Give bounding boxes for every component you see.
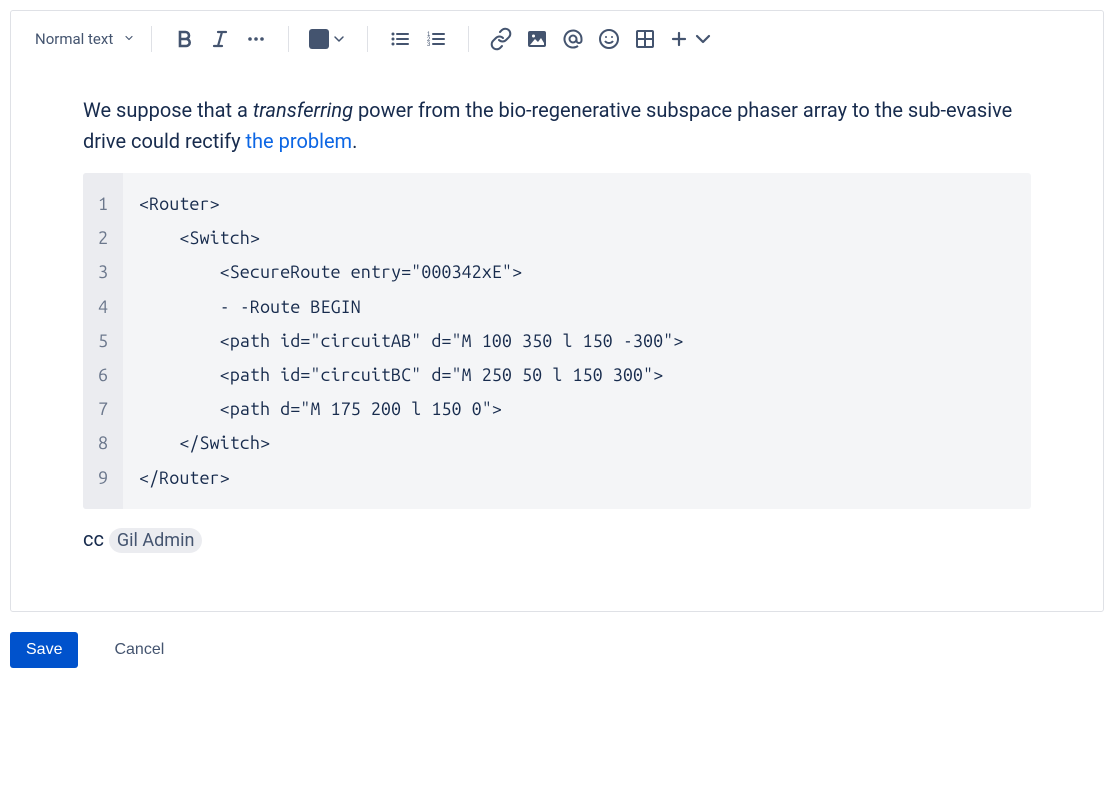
table-button[interactable] [629,23,661,55]
code-line: <path id="circuitBC" d="M 250 50 l 150 3… [139,358,683,392]
line-number: 3 [95,255,111,289]
text-style-dropdown[interactable]: Normal text [27,23,143,55]
editor-actions: Save Cancel [10,612,1106,678]
insert-more-button[interactable] [665,23,717,55]
editor-content[interactable]: We suppose that a transferring power fro… [11,59,1103,611]
line-number: 5 [95,324,111,358]
emoji-button[interactable] [593,23,625,55]
line-number: 4 [95,290,111,324]
code-line: <SecureRoute entry="000342xE"> [139,255,683,289]
code-line: <Router> [139,187,683,221]
link[interactable]: the problem [246,129,353,153]
line-number: 7 [95,392,111,426]
text-style-label: Normal text [35,30,113,48]
line-number: 6 [95,358,111,392]
line-number: 1 [95,187,111,221]
cc-line: cc Gil Admin [83,527,1031,551]
toolbar-separator [151,26,152,52]
toolbar-separator [288,26,289,52]
link-button[interactable] [485,23,517,55]
svg-text:3: 3 [427,42,431,48]
cancel-button[interactable]: Cancel [98,632,180,668]
code-line: </Switch> [139,426,683,460]
line-number: 2 [95,221,111,255]
text-color-button[interactable] [305,23,351,55]
line-number-gutter: 1 2 3 4 5 6 7 8 9 [83,173,123,509]
numbered-list-button[interactable]: 123 [420,23,452,55]
code-line: <path id="circuitAB" d="M 100 350 l 150 … [139,324,683,358]
code-block: 1 2 3 4 5 6 7 8 9 <Router> <Switch> <Sec… [83,173,1031,509]
code-line: </Router> [139,461,683,495]
paragraph: We suppose that a transferring power fro… [83,95,1031,157]
editor-toolbar: Normal text [11,11,1103,59]
bold-button[interactable] [168,23,200,55]
save-button[interactable]: Save [10,632,78,668]
more-formatting-button[interactable] [240,23,272,55]
chevron-down-icon [331,27,347,51]
editor-card: Normal text [10,10,1104,612]
toolbar-separator [367,26,368,52]
code-content[interactable]: <Router> <Switch> <SecureRoute entry="00… [123,173,699,509]
toolbar-separator [468,26,469,52]
text: We suppose that a [83,98,253,122]
code-line: - -Route BEGIN [139,290,683,324]
code-line: <path d="M 175 200 l 150 0"> [139,392,683,426]
line-number: 8 [95,426,111,460]
line-number: 9 [95,461,111,495]
italic-text: transferring [253,98,353,122]
code-line: <Switch> [139,221,683,255]
text-color-swatch [309,29,329,49]
chevron-down-icon [691,27,715,51]
italic-button[interactable] [204,23,236,55]
mention-button[interactable] [557,23,589,55]
image-button[interactable] [521,23,553,55]
bullet-list-button[interactable] [384,23,416,55]
mention-chip[interactable]: Gil Admin [109,528,202,553]
text: . [352,129,357,153]
cc-prefix: cc [83,527,109,551]
chevron-down-icon [123,30,135,48]
